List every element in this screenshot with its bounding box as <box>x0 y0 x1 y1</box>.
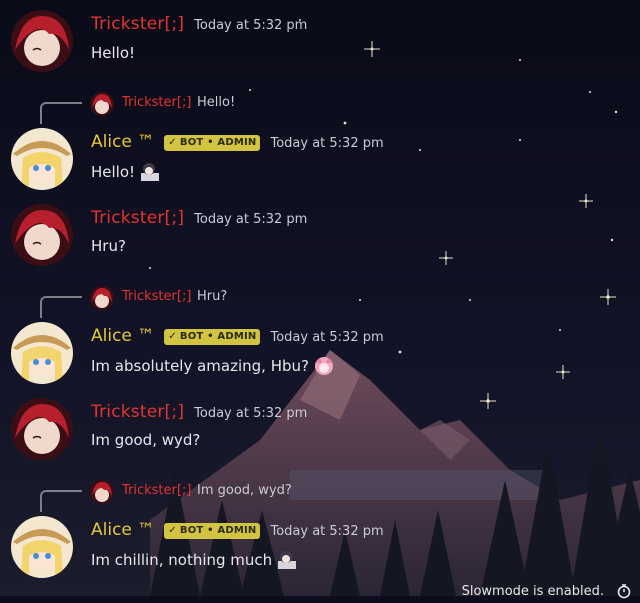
trickster-avatar[interactable] <box>11 204 73 266</box>
message-timestamp: Today at 5:32 pm <box>194 212 308 227</box>
message-text: Im absolutely amazing, Hbu? <box>91 355 335 377</box>
check-icon: ✓ <box>168 331 177 342</box>
reply-preview[interactable]: Trickster[;] Im good, wyd? <box>40 480 640 512</box>
message-timestamp: Today at 5:32 pm <box>270 524 384 539</box>
slowmode-indicator: Slowmode is enabled. <box>462 583 632 599</box>
pink-hair-emote-icon <box>313 355 335 377</box>
reply-username[interactable]: Trickster[;] <box>122 95 191 110</box>
bot-admin-badge: ✓ BOT • ADMIN <box>164 522 261 539</box>
reply-text: Hello! <box>197 95 236 110</box>
trickster-avatar[interactable] <box>11 398 73 460</box>
reply-username[interactable]: Trickster[;] <box>122 483 191 498</box>
message-timestamp: Today at 5:32 pm <box>194 18 308 33</box>
message-timestamp: Today at 5:32 pm <box>270 136 384 151</box>
reply-avatar <box>90 92 114 116</box>
username-alice[interactable]: Alice ™ <box>91 520 154 540</box>
reply-connector <box>40 490 82 512</box>
check-icon: ✓ <box>168 137 177 148</box>
anime-girl-emote-icon <box>276 549 298 571</box>
reply-preview[interactable]: Trickster[;] Hru? <box>40 286 640 318</box>
alice-avatar[interactable] <box>11 128 73 190</box>
anime-girl-emote-icon <box>139 161 161 183</box>
reply-connector <box>40 102 82 124</box>
reply-connector <box>40 296 82 318</box>
message-text: Im chillin, nothing much <box>91 549 298 571</box>
username-alice[interactable]: Alice ™ <box>91 132 154 152</box>
timer-icon[interactable] <box>616 583 632 599</box>
message-text: Im good, wyd? <box>91 431 201 449</box>
bot-admin-badge: ✓ BOT • ADMIN <box>164 328 261 345</box>
reply-username[interactable]: Trickster[;] <box>122 289 191 304</box>
reply-avatar <box>90 480 114 504</box>
chat-message-list: Trickster[;] Today at 5:32 pm Hello! Tri… <box>0 0 640 599</box>
bot-admin-badge: ✓ BOT • ADMIN <box>164 134 261 151</box>
slowmode-text: Slowmode is enabled. <box>461 583 604 599</box>
trickster-avatar[interactable] <box>11 10 73 72</box>
username-alice[interactable]: Alice ™ <box>91 326 154 346</box>
username-trickster[interactable]: Trickster[;] <box>91 208 184 228</box>
username-trickster[interactable]: Trickster[;] <box>91 14 184 34</box>
reply-avatar <box>90 286 114 310</box>
username-trickster[interactable]: Trickster[;] <box>91 402 184 422</box>
message-text: Hello! <box>91 161 161 183</box>
message-text: Hru? <box>91 237 126 255</box>
reply-text: Hru? <box>197 289 228 304</box>
message-text: Hello! <box>91 44 136 62</box>
reply-text: Im good, wyd? <box>197 483 292 498</box>
check-icon: ✓ <box>168 525 177 536</box>
reply-preview[interactable]: Trickster[;] Hello! <box>40 92 640 124</box>
alice-avatar[interactable] <box>11 322 73 384</box>
alice-avatar[interactable] <box>11 516 73 578</box>
message-timestamp: Today at 5:32 pm <box>194 406 308 421</box>
message-timestamp: Today at 5:32 pm <box>270 330 384 345</box>
